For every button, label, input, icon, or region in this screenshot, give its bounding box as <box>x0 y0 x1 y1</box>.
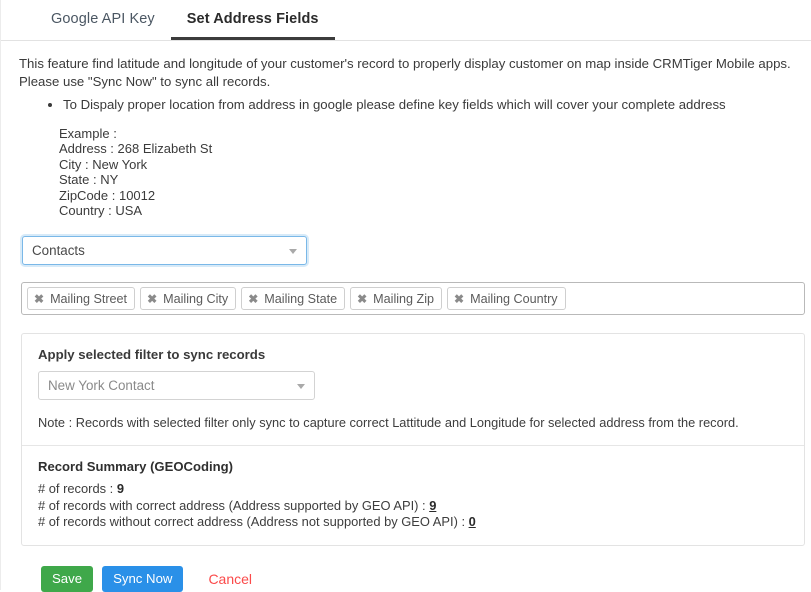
chip-label: Mailing City <box>163 291 229 306</box>
filter-label: Apply selected filter to sync records <box>38 347 266 363</box>
close-icon[interactable]: ✖ <box>454 293 464 305</box>
tab-label: Set Address Fields <box>186 11 319 27</box>
example-city: City : New York <box>59 156 148 172</box>
summary-row-correct: # of records with correct address (Addre… <box>38 498 788 514</box>
example-block: Example : Address : 268 Elizabeth St Cit… <box>59 126 793 218</box>
intro-text: This feature find latitude and longitude… <box>19 55 793 91</box>
address-field-chip[interactable]: ✖ Mailing Zip <box>350 287 443 311</box>
record-summary-title: Record Summary (GEOCoding) <box>38 459 233 475</box>
list-item: To Dispaly proper location from address … <box>63 95 793 114</box>
chip-label: Mailing Country <box>470 291 558 306</box>
summary-value-link[interactable]: 9 <box>429 498 436 513</box>
example-zipcode: ZipCode : 10012 <box>59 187 156 203</box>
chevron-down-icon <box>289 248 297 254</box>
module-select-value: Contacts <box>32 243 85 259</box>
filter-select[interactable]: New York Contact <box>38 371 315 401</box>
close-icon[interactable]: ✖ <box>357 293 367 305</box>
summary-label: # of records with correct address (Addre… <box>38 497 430 513</box>
address-field-chip[interactable]: ✖ Mailing City <box>140 287 237 311</box>
summary-label: # of records : <box>38 481 117 497</box>
tab-label: Google API Key <box>51 11 155 27</box>
tab-set-address-fields[interactable]: Set Address Fields <box>170 0 335 40</box>
address-field-chip[interactable]: ✖ Mailing State <box>241 287 346 311</box>
address-fields-tag-box[interactable]: ✖ Mailing Street ✖ Mailing City ✖ Mailin… <box>21 282 805 316</box>
summary-value: 9 <box>116 481 124 497</box>
record-summary-section: Record Summary (GEOCoding) # of records … <box>22 446 804 544</box>
module-select-wrapper: Contacts <box>22 236 307 266</box>
close-icon[interactable]: ✖ <box>147 293 157 305</box>
intro-line-2: Please use "Sync Now" to sync all record… <box>19 74 271 89</box>
sync-settings-panel: Apply selected filter to sync records Ne… <box>21 333 805 546</box>
filter-section: Apply selected filter to sync records Ne… <box>22 334 804 445</box>
example-title: Example : <box>59 126 117 141</box>
filter-select-value: New York Contact <box>48 378 155 394</box>
intro-line-1: This feature find latitude and longitude… <box>19 56 791 71</box>
example-country: Country : USA <box>59 203 143 219</box>
example-state: State : NY <box>59 172 119 188</box>
close-icon[interactable]: ✖ <box>34 293 44 305</box>
sync-now-button[interactable]: Sync Now <box>102 565 184 592</box>
address-fields-page: Google API Key Set Address Fields This f… <box>0 0 811 592</box>
chip-label: Mailing Street <box>50 291 128 306</box>
tab-bar: Google API Key Set Address Fields <box>1 0 811 41</box>
chip-label: Mailing State <box>264 291 338 306</box>
summary-label: # of records without correct address (Ad… <box>38 514 469 530</box>
cancel-link[interactable]: Cancel <box>208 571 252 587</box>
summary-row-incorrect: # of records without correct address (Ad… <box>38 514 788 530</box>
address-field-chip[interactable]: ✖ Mailing Street <box>27 287 136 311</box>
filter-select-wrapper: New York Contact <box>38 371 315 401</box>
filter-note: Note : Records with selected filter only… <box>38 415 739 431</box>
content-area: This feature find latitude and longitude… <box>1 41 811 592</box>
address-field-chip[interactable]: ✖ Mailing Country <box>447 287 566 311</box>
module-select[interactable]: Contacts <box>22 236 307 266</box>
tab-google-api-key[interactable]: Google API Key <box>35 0 171 39</box>
close-icon[interactable]: ✖ <box>248 293 258 305</box>
chevron-down-icon <box>297 383 305 389</box>
action-bar: Save Sync Now Cancel <box>41 565 793 592</box>
intro-bullet-list: To Dispaly proper location from address … <box>19 95 793 114</box>
summary-row-total: # of records : 9 <box>38 481 788 497</box>
save-button[interactable]: Save <box>41 565 94 592</box>
example-address: Address : 268 Elizabeth St <box>59 141 213 157</box>
summary-value-link[interactable]: 0 <box>469 514 476 529</box>
chip-label: Mailing Zip <box>373 291 435 306</box>
